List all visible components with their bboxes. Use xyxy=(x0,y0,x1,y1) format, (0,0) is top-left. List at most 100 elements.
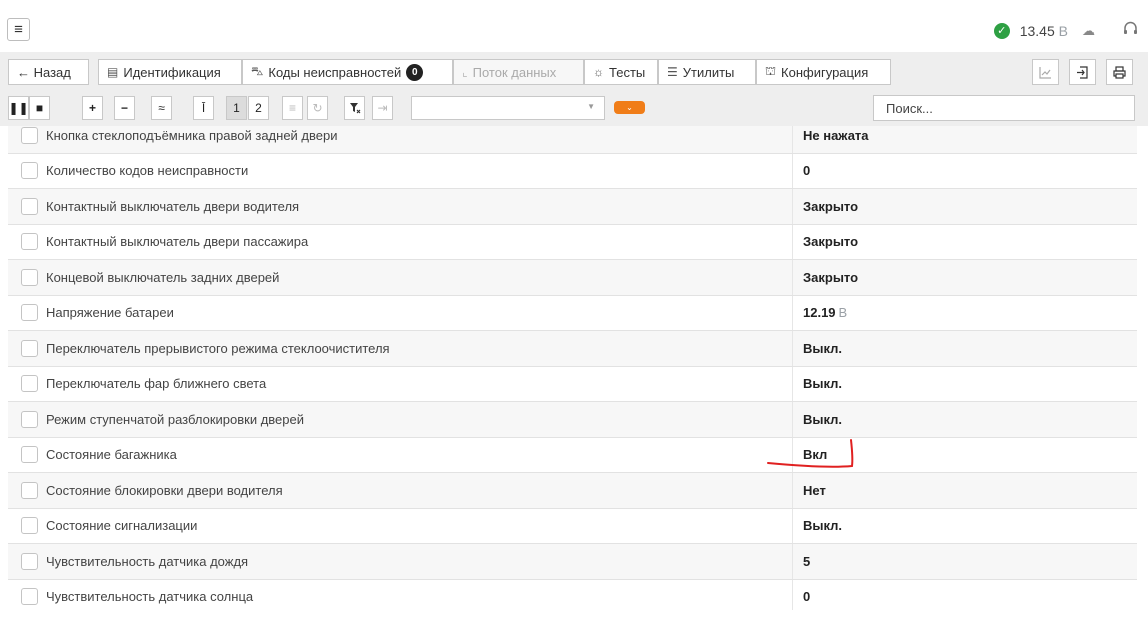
back-label: ← Назад xyxy=(17,64,71,80)
voltage-value: 13.45 xyxy=(1019,22,1055,39)
table-row[interactable]: Контактный выключатель двери пассажира За… xyxy=(8,224,1137,260)
parameter-value: Выкл. xyxy=(803,412,842,427)
tab-tests[interactable]: ☼ Тесты xyxy=(584,59,658,85)
table-row[interactable]: Переключатель прерывистого режима стекло… xyxy=(8,331,1137,367)
tab-identification-label: Идентификация xyxy=(123,64,221,80)
row-checkbox[interactable] xyxy=(21,588,38,606)
parameter-value: 5 xyxy=(803,554,810,569)
voltage-unit: В xyxy=(1058,22,1068,39)
table-row[interactable]: Количество кодов неисправности 0 xyxy=(8,153,1137,189)
parameter-name: Состояние багажника xyxy=(46,447,177,463)
tab-fault-codes[interactable]: ⛍ Коды неисправностей 0 xyxy=(242,59,453,85)
column-divider xyxy=(792,473,793,508)
tab-utilities-label: Утилиты xyxy=(682,64,735,80)
row-checkbox[interactable] xyxy=(21,446,38,464)
tab-configuration[interactable]: ⛫ Конфигурация xyxy=(756,59,891,85)
page-2-label: 2 xyxy=(255,101,262,115)
parameter-select[interactable]: ▼ xyxy=(411,96,605,120)
page-1-button[interactable]: 1 xyxy=(226,96,247,120)
clear-filter-icon[interactable] xyxy=(344,96,365,120)
tab-tests-label: Тесты xyxy=(609,64,646,80)
tab-data-stream[interactable]: ⌞ Поток данных xyxy=(453,59,584,85)
parameter-value-text: Вкл xyxy=(803,447,828,463)
parameter-name: Чувствительность датчика солнца xyxy=(46,589,254,605)
parameter-value: Выкл. xyxy=(803,518,842,533)
parameter-value-text: 0 xyxy=(803,589,811,605)
row-checkbox[interactable] xyxy=(21,268,38,286)
parameter-value: Закрыто xyxy=(803,199,858,214)
table-row[interactable]: Состояние багажника Вкл xyxy=(8,437,1137,473)
plus-icon[interactable]: + xyxy=(82,96,103,120)
headset-icon[interactable] xyxy=(1123,21,1138,40)
table-row[interactable]: Состояние сигнализации Выкл. xyxy=(8,508,1137,544)
parameter-name: Концевой выключатель задних дверей xyxy=(46,269,280,285)
column-divider xyxy=(792,331,793,366)
row-checkbox[interactable] xyxy=(21,517,38,535)
list-icon[interactable]: ≡ xyxy=(282,96,303,120)
row-checkbox[interactable] xyxy=(21,339,38,357)
toolbar: ❚❚ ■ + − ≈ Ī 1 2 ≡ ↻ ⇥ ▼ ⌄ xyxy=(0,92,1148,126)
parameter-name: Контактный выключатель двери пассажира xyxy=(46,234,309,250)
table-row[interactable]: Режим ступенчатой разблокировки дверей Вы… xyxy=(8,402,1137,438)
row-checkbox[interactable] xyxy=(21,126,38,144)
back-button[interactable]: ← Назад xyxy=(8,59,89,85)
tab-utilities[interactable]: ☰ Утилиты xyxy=(658,59,756,85)
parameter-value-text: Закрыто xyxy=(803,234,859,250)
tab-bar: ← Назад ▤ Идентификация ⛍ Коды неисправнос… xyxy=(0,52,1148,92)
arrow-right-icon[interactable]: ⇥ xyxy=(372,96,393,120)
print-icon[interactable] xyxy=(1106,59,1133,85)
table-row[interactable]: Чувствительность датчика дождя 5 xyxy=(8,544,1137,580)
row-checkbox[interactable] xyxy=(21,197,38,215)
export-icon[interactable] xyxy=(1069,59,1096,85)
parameter-value: 0 xyxy=(803,589,810,604)
dropdown-button[interactable]: ⌄ xyxy=(614,101,645,114)
page-2-button[interactable]: 2 xyxy=(248,96,269,120)
column-divider xyxy=(792,260,793,295)
parameter-value: 12.19 В xyxy=(803,305,847,320)
column-divider xyxy=(792,153,793,188)
table-row[interactable]: Переключатель фар ближнего света Выкл. xyxy=(8,366,1137,402)
search-input[interactable] xyxy=(873,95,1135,121)
align-icon[interactable]: Ī xyxy=(193,96,214,120)
row-checkbox[interactable] xyxy=(21,162,38,180)
tab-identification[interactable]: ▤ Идентификация xyxy=(98,59,242,85)
chevron-down-icon: ⌄ xyxy=(626,103,633,112)
table-row[interactable]: Концевой выключатель задних дверей Закрыт… xyxy=(8,260,1137,296)
hierarchy-icon: ⛫ xyxy=(765,64,777,78)
row-checkbox[interactable] xyxy=(21,481,38,499)
table-row[interactable]: Контактный выключатель двери водителя Зак… xyxy=(8,189,1137,225)
parameter-value-text: Выкл. xyxy=(803,340,843,356)
table-row[interactable]: Состояние блокировки двери водителя Нет xyxy=(8,473,1137,509)
voltage-readout: 13.45 В xyxy=(1020,23,1068,39)
row-checkbox[interactable] xyxy=(21,375,38,393)
parameter-value-text: Не нажата xyxy=(803,127,869,143)
parameter-value: Нет xyxy=(803,483,826,498)
pause-icon[interactable]: ❚❚ xyxy=(8,96,29,120)
parameter-name: Состояние сигнализации xyxy=(46,518,198,534)
row-checkbox[interactable] xyxy=(21,410,38,428)
table-row[interactable]: Напряжение батареи 12.19 В xyxy=(8,295,1137,331)
minus-icon[interactable]: − xyxy=(114,96,135,120)
refresh-icon[interactable]: ↻ xyxy=(307,96,328,120)
row-checkbox[interactable] xyxy=(21,304,38,322)
table-row[interactable]: Чувствительность датчика солнца 0 xyxy=(8,579,1137,610)
tab-fault-codes-label: Коды неисправностей xyxy=(268,64,402,80)
status-area: ✓ 13.45 В ☁ xyxy=(993,21,1138,40)
fault-count-badge: 0 xyxy=(406,63,424,81)
chart-icon: ⌞ xyxy=(462,65,468,79)
graph-icon[interactable] xyxy=(1032,59,1059,85)
table-row[interactable]: Кнопка стеклоподъёмника правой задней дв… xyxy=(8,126,1137,154)
top-bar: ≡ ✓ 13.45 В ☁ xyxy=(0,0,1148,52)
parameter-value-text: Закрыто xyxy=(803,269,859,285)
column-divider xyxy=(792,437,793,472)
hamburger-icon[interactable]: ≡ xyxy=(7,18,30,41)
parameter-value-text: Нет xyxy=(803,482,826,498)
wave-icon[interactable]: ≈ xyxy=(151,96,172,120)
stop-icon[interactable]: ■ xyxy=(29,96,50,120)
parameter-value-text: 5 xyxy=(803,553,811,569)
row-checkbox[interactable] xyxy=(21,233,38,251)
cloud-icon[interactable]: ☁ xyxy=(1082,23,1095,39)
sliders-icon: ☰ xyxy=(667,65,678,79)
row-checkbox[interactable] xyxy=(21,552,38,570)
parameter-name: Чувствительность датчика дождя xyxy=(46,553,249,569)
